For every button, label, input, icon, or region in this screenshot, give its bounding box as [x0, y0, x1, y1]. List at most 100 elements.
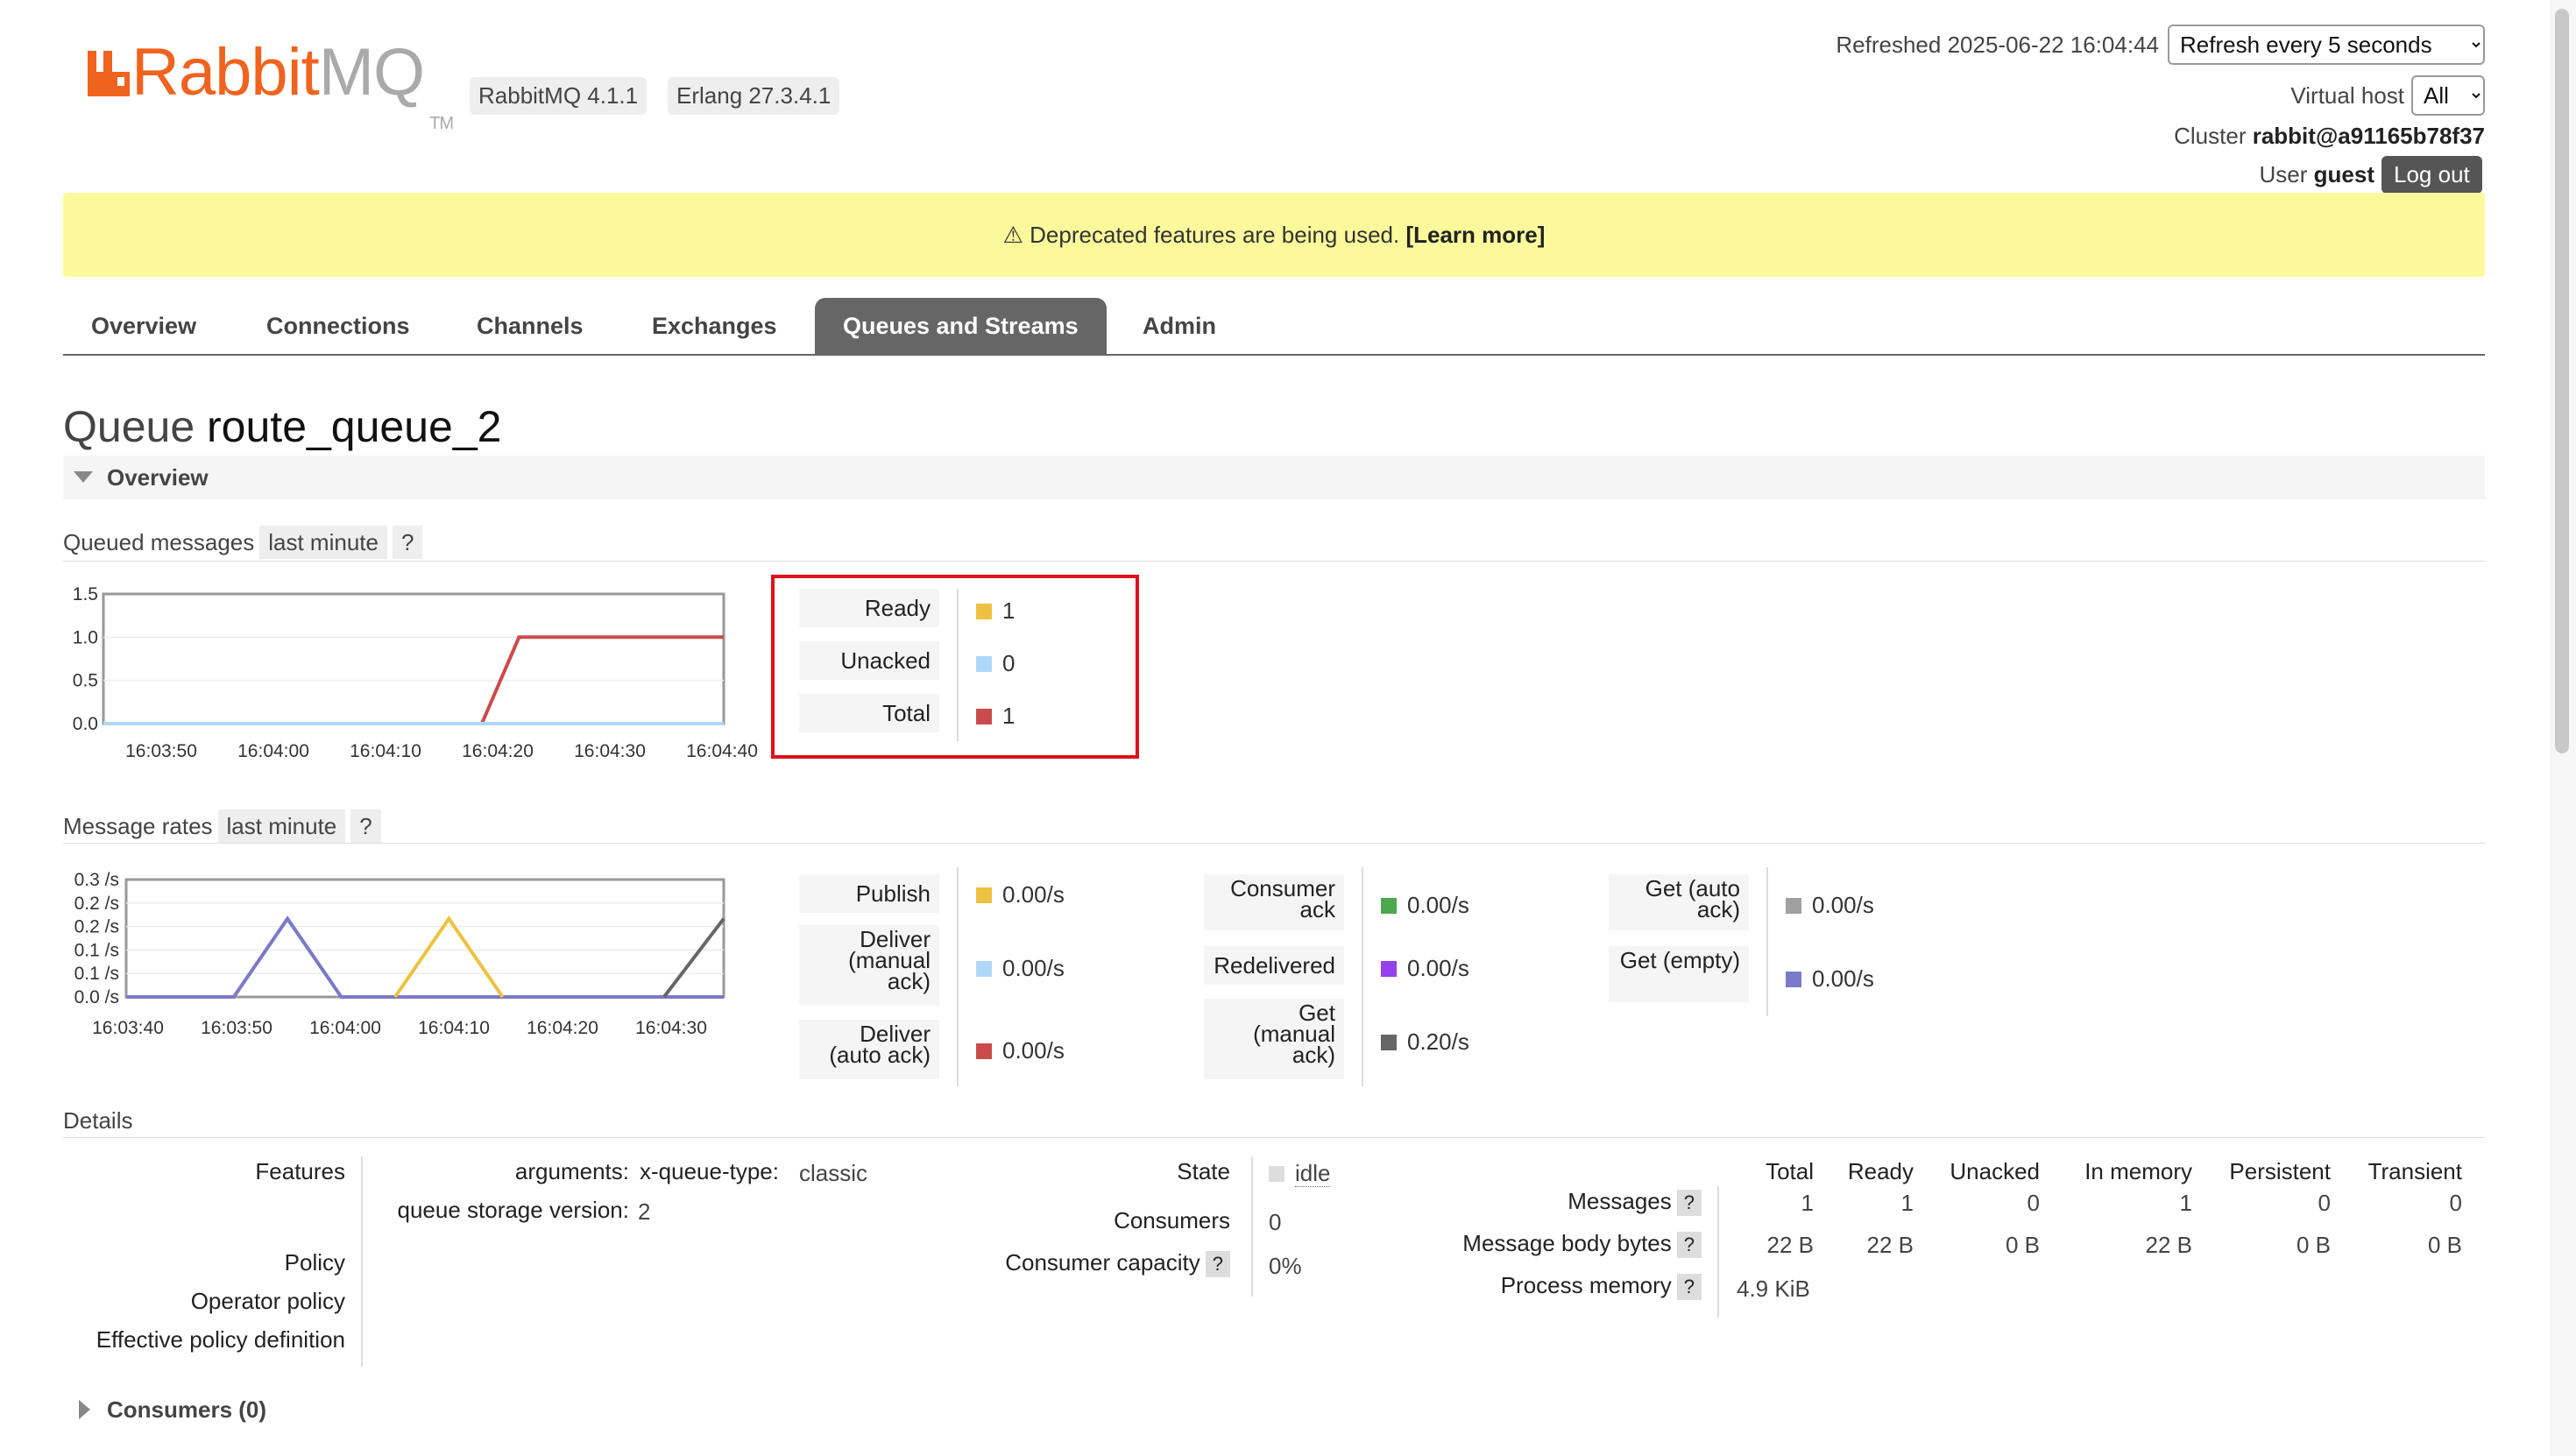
unacked-color-swatch — [976, 656, 992, 672]
rate-label-deliver-auto-ack: Deliver (auto ack) — [799, 1020, 939, 1079]
row-label-message-body-bytes: Message body bytes? — [1402, 1230, 1702, 1258]
arguments-label: arguments: — [514, 1158, 629, 1184]
message-rates-header: Message rates last minute? — [63, 809, 381, 843]
divider — [957, 867, 959, 1086]
user-info: User guest — [2259, 161, 2374, 187]
get-auto-color-swatch — [1786, 898, 1801, 914]
tab-admin[interactable]: Admin — [1115, 298, 1244, 354]
deliver-manual-color-swatch — [976, 961, 992, 977]
tab-connections[interactable]: Connections — [238, 298, 438, 354]
rate-value-get-empty: 0.00/s — [1786, 965, 1874, 993]
stat-value-ready: 1 — [976, 597, 1015, 625]
total-color-swatch — [976, 709, 992, 724]
redelivered-color-swatch — [1381, 961, 1397, 977]
consumers-section-label: Consumers (0) — [107, 1396, 267, 1423]
bytes-in-memory: 22 B — [2145, 1232, 2193, 1258]
x-tick-label: 16:04:00 — [309, 1018, 381, 1038]
arguments-key: x-queue-type: — [640, 1158, 779, 1184]
bytes-transient: 0 B — [2427, 1232, 2462, 1258]
refreshed-timestamp: Refreshed 2025-06-22 16:04:44 — [1836, 32, 2159, 58]
rate-value-redelivered: 0.00/s — [1381, 955, 1469, 982]
rate-value-get-auto-ack: 0.00/s — [1786, 892, 1874, 919]
tab-channels[interactable]: Channels — [449, 298, 612, 354]
y-tick-label: 1.0 — [73, 627, 98, 647]
x-tick-label: 16:04:40 — [686, 741, 758, 761]
rate-label-publish: Publish — [799, 874, 939, 913]
y-tick-label: 0.2 /s — [74, 917, 119, 937]
rate-label-consumer-ack: Consumer ack — [1204, 874, 1344, 930]
page-scrollbar-thumb[interactable] — [2555, 9, 2569, 753]
stat-label-ready: Ready — [799, 589, 939, 627]
storage-version-label: queue storage version: — [397, 1197, 629, 1223]
main-navigation-tabs: Overview Connections Channels Exchanges … — [63, 298, 2485, 356]
deliver-auto-color-swatch — [976, 1043, 992, 1059]
range-selector-rates[interactable]: last minute — [217, 809, 346, 843]
learn-more-link[interactable]: [Learn more] — [1405, 222, 1545, 248]
bytes-ready: 22 B — [1866, 1232, 1914, 1258]
help-button-process-memory[interactable]: ? — [1676, 1274, 1702, 1300]
rate-label-get-auto-ack: Get (auto ack) — [1609, 874, 1749, 930]
operator-policy-label: Operator policy — [190, 1288, 345, 1314]
consumers-value: 0 — [1269, 1209, 1282, 1235]
get-manual-color-swatch — [1381, 1035, 1397, 1050]
collapse-triangle-icon — [74, 471, 93, 483]
overview-section-toggle[interactable]: Overview — [63, 456, 2485, 499]
process-memory-value: 4.9 KiB — [1737, 1276, 1810, 1302]
messages-unacked: 0 — [2027, 1190, 2040, 1216]
help-button-rates[interactable]: ? — [350, 809, 381, 843]
banner-text: ⚠ Deprecated features are being used. — [1002, 222, 1400, 248]
effective-policy-label: Effective policy definition — [96, 1326, 345, 1353]
deprecated-features-banner: ⚠ Deprecated features are being used. [L… — [63, 193, 2485, 277]
help-button-body-bytes[interactable]: ? — [1676, 1232, 1702, 1258]
divider — [1766, 867, 1768, 1016]
chart-plot-area — [124, 878, 725, 999]
y-tick-label: 1.5 — [73, 584, 98, 604]
divider — [1362, 867, 1363, 1086]
rabbitmq-logo-text: RabbitMQTM — [131, 35, 454, 133]
rabbitmq-logo-icon — [88, 51, 130, 96]
get-empty-color-swatch — [1786, 972, 1801, 987]
col-header-ready: Ready — [1847, 1158, 1914, 1184]
stat-label-total: Total — [799, 694, 939, 732]
col-header-in-memory: In memory — [2084, 1158, 2192, 1184]
queued-messages-chart: 1.5 1.0 0.5 0.0 16:03:50 16:04:00 16:04:10 16:0… — [73, 584, 758, 761]
range-selector-queued[interactable]: last minute — [259, 526, 387, 559]
tab-overview[interactable]: Overview — [63, 298, 224, 354]
rate-value-get-manual-ack: 0.20/s — [1381, 1028, 1469, 1056]
rate-label-redelivered: Redelivered — [1204, 946, 1344, 985]
rabbitmq-version-badge: RabbitMQ 4.1.1 — [470, 77, 648, 115]
divider — [361, 1156, 363, 1367]
rate-value-publish: 0.00/s — [976, 881, 1065, 908]
col-header-transient: Transient — [2367, 1158, 2462, 1184]
x-tick-label: 16:04:10 — [418, 1018, 490, 1038]
consumers-section-toggle[interactable]: Consumers (0) — [63, 1393, 589, 1431]
consumer-ack-color-swatch — [1381, 898, 1397, 914]
ready-color-swatch — [976, 604, 992, 619]
help-button-queued[interactable]: ? — [392, 526, 423, 559]
help-button-messages[interactable]: ? — [1676, 1190, 1702, 1216]
y-tick-label: 0.1 /s — [74, 964, 119, 984]
x-tick-label: 16:04:20 — [527, 1018, 598, 1038]
y-tick-label: 0.0 /s — [74, 987, 119, 1007]
x-tick-label: 16:04:00 — [237, 741, 309, 761]
tab-exchanges[interactable]: Exchanges — [624, 298, 805, 354]
message-rates-chart: 0.3 /s 0.2 /s 0.2 /s 0.1 /s 0.1 /s 0.0 /s 16:0… — [74, 870, 725, 1038]
cluster-info: Cluster rabbit@a91165b78f37 — [2174, 123, 2485, 149]
virtual-host-select[interactable]: All — [2411, 75, 2485, 116]
tab-queues-and-streams[interactable]: Queues and Streams — [815, 298, 1107, 354]
x-tick-label: 16:04:10 — [350, 741, 421, 761]
messages-transient: 0 — [2449, 1190, 2462, 1216]
virtual-host-label: Virtual host — [2290, 82, 2404, 109]
messages-persistent: 0 — [2318, 1190, 2331, 1216]
stat-value-unacked: 0 — [976, 650, 1015, 677]
x-tick-label: 16:04:30 — [635, 1018, 707, 1038]
y-tick-label: 0.1 /s — [74, 940, 119, 960]
divider — [1251, 1156, 1253, 1297]
publish-color-swatch — [976, 887, 992, 903]
rate-label-deliver-manual-ack: Deliver (manual ack) — [799, 925, 939, 1006]
logout-button[interactable]: Log out — [2381, 156, 2482, 194]
refresh-interval-select[interactable]: Refresh every 5 seconds — [2168, 25, 2485, 65]
rate-label-get-empty: Get (empty) — [1609, 946, 1749, 1002]
help-button-capacity[interactable]: ? — [1205, 1251, 1230, 1277]
chart-plot-area — [102, 592, 725, 725]
